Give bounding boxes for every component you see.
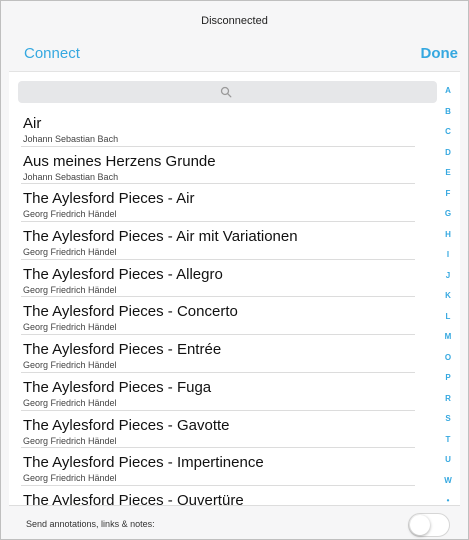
- index-letter[interactable]: U: [436, 450, 460, 471]
- piece-title: The Aylesford Pieces - Concerto: [23, 303, 238, 321]
- piece-title: The Aylesford Pieces - Impertinence: [23, 454, 264, 472]
- alphabet-index[interactable]: A B C D E F G H I J K L M O P R S T U W •: [436, 81, 460, 505]
- index-letter[interactable]: W: [436, 471, 460, 492]
- index-letter[interactable]: D: [436, 143, 460, 164]
- piece-title: Aus meines Herzens Grunde: [23, 152, 216, 170]
- index-letter[interactable]: L: [436, 307, 460, 328]
- list-item[interactable]: Aus meines Herzens Grunde Johann Sebastia…: [9, 147, 441, 185]
- piece-title: The Aylesford Pieces - Air mit Variation…: [23, 228, 298, 246]
- piece-title: The Aylesford Pieces - Allegro: [23, 265, 223, 283]
- list-item[interactable]: The Aylesford Pieces - Impertinence Georg…: [9, 448, 441, 486]
- piece-composer: Georg Friedrich Händel: [23, 209, 117, 220]
- window: Disconnected Connect Done Air Johann Seba…: [0, 0, 469, 540]
- piece-composer: Johann Sebastian Bach: [23, 171, 119, 182]
- list-item[interactable]: The Aylesford Pieces - Gavotte Georg Frie…: [9, 411, 441, 449]
- index-letter[interactable]: B: [436, 102, 460, 123]
- index-letter[interactable]: A: [436, 81, 460, 102]
- list-item[interactable]: The Aylesford Pieces - Entrée Georg Fried…: [9, 335, 441, 373]
- piece-title: The Aylesford Pieces - Air: [23, 190, 195, 208]
- send-annotations-label: Send annotations, links & notes:: [26, 519, 155, 529]
- piece-title: The Aylesford Pieces - Fuga: [23, 378, 212, 396]
- piece-composer: Georg Friedrich Händel: [23, 322, 117, 333]
- piece-composer: Georg Friedrich Händel: [23, 435, 117, 446]
- index-letter[interactable]: P: [436, 368, 460, 389]
- index-letter[interactable]: S: [436, 409, 460, 430]
- list-item[interactable]: The Aylesford Pieces - Ouvertüre: [9, 486, 441, 506]
- connection-status: Disconnected: [201, 15, 268, 27]
- index-letter[interactable]: T: [436, 430, 460, 451]
- toggle-knob: [410, 515, 430, 535]
- done-button[interactable]: Done: [421, 45, 459, 62]
- piece-title: The Aylesford Pieces - Entrée: [23, 341, 222, 359]
- list-item[interactable]: The Aylesford Pieces - Air Georg Friedric…: [9, 184, 441, 223]
- piece-composer: Georg Friedrich Händel: [23, 397, 117, 408]
- list-item[interactable]: Air Johann Sebastian Bach: [9, 109, 441, 147]
- list-item[interactable]: The Aylesford Pieces - Allegro Georg Frie…: [9, 260, 441, 298]
- piece-list: Air Johann Sebastian Bach Aus meines Herze…: [9, 109, 441, 506]
- piece-composer: Georg Friedrich Händel: [23, 360, 117, 371]
- index-letter[interactable]: C: [436, 122, 460, 143]
- list-item[interactable]: The Aylesford Pieces - Air mit Variation…: [9, 222, 441, 260]
- search-icon: [220, 86, 232, 98]
- piece-composer: Georg Friedrich Händel: [23, 473, 117, 484]
- index-letter[interactable]: O: [436, 348, 460, 369]
- connect-button[interactable]: Connect: [24, 45, 80, 62]
- piece-list-panel: Air Johann Sebastian Bach Aus meines Herze…: [9, 72, 460, 506]
- index-letter[interactable]: R: [436, 389, 460, 410]
- index-letter[interactable]: E: [436, 163, 460, 184]
- piece-composer: Georg Friedrich Händel: [23, 284, 117, 295]
- index-letter[interactable]: K: [436, 286, 460, 307]
- list-item[interactable]: The Aylesford Pieces - Fuga Georg Friedri…: [9, 373, 441, 411]
- index-letter[interactable]: F: [436, 184, 460, 205]
- index-letter[interactable]: H: [436, 225, 460, 246]
- index-letter[interactable]: •: [436, 491, 460, 506]
- list-item[interactable]: The Aylesford Pieces - Concerto Georg Fri…: [9, 297, 441, 336]
- piece-title: The Aylesford Pieces - Ouvertüre: [23, 491, 244, 506]
- send-annotations-toggle[interactable]: [408, 513, 450, 537]
- index-letter[interactable]: J: [436, 266, 460, 287]
- piece-title: The Aylesford Pieces - Gavotte: [23, 416, 230, 434]
- index-letter[interactable]: M: [436, 327, 460, 348]
- piece-composer: Georg Friedrich Händel: [23, 247, 117, 258]
- search-field[interactable]: [18, 81, 437, 103]
- piece-composer: Johann Sebastian Bach: [23, 134, 119, 144]
- index-letter[interactable]: I: [436, 245, 460, 266]
- bottom-bar: Send annotations, links & notes:: [9, 505, 460, 539]
- piece-title: Air: [23, 115, 42, 132]
- index-letter[interactable]: G: [436, 204, 460, 225]
